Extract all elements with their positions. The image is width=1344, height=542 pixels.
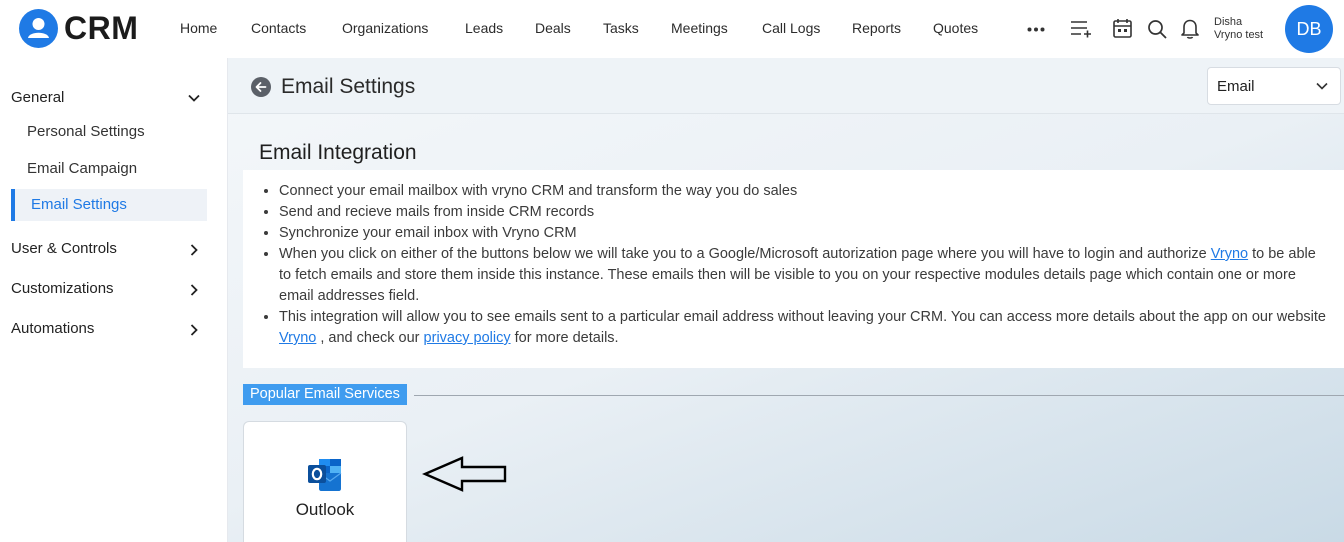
app-logo[interactable]: CRM — [19, 9, 138, 48]
more-icon[interactable] — [1027, 27, 1045, 32]
vryno-link[interactable]: Vryno — [1211, 246, 1248, 262]
bullet-text: When you click on either of the buttons … — [279, 246, 1211, 262]
main-content: Email Settings Email Email Integration C… — [228, 58, 1344, 542]
settings-sidebar: General Personal Settings Email Campaign… — [0, 58, 228, 542]
bullet-text: for more details. — [510, 330, 619, 346]
nav-meetings[interactable]: Meetings — [671, 20, 728, 36]
service-label: Outlook — [295, 500, 355, 519]
sidebar-section-user-controls[interactable]: User & Controls — [11, 240, 117, 257]
sidebar-item-label: Email Settings — [31, 196, 127, 213]
chevron-right-icon[interactable] — [187, 323, 201, 337]
section-title: Email Integration — [259, 141, 417, 164]
list-item: Connect your email mailbox with vryno CR… — [279, 181, 1329, 202]
list-item: Synchronize your email inbox with Vryno … — [279, 223, 1329, 244]
search-icon[interactable] — [1147, 19, 1167, 39]
avatar[interactable]: DB — [1285, 5, 1333, 53]
user-name: Disha Vryno test — [1214, 16, 1263, 42]
sidebar-item-personal-settings[interactable]: Personal Settings — [27, 123, 145, 140]
chevron-down-icon[interactable] — [187, 91, 201, 105]
nav-deals[interactable]: Deals — [535, 20, 571, 36]
logo-text: CRM — [64, 10, 139, 46]
list-item: This integration will allow you to see e… — [279, 307, 1329, 349]
sidebar-item-email-campaign[interactable]: Email Campaign — [27, 160, 137, 177]
calendar-icon[interactable] — [1113, 18, 1132, 38]
user-second-line: Vryno test — [1214, 29, 1264, 41]
chevron-right-icon[interactable] — [187, 243, 201, 257]
outlook-service-button[interactable]: Outlook — [243, 421, 407, 542]
list-item: When you click on either of the buttons … — [279, 244, 1329, 307]
nav-tasks[interactable]: Tasks — [603, 20, 639, 36]
sidebar-section-customizations[interactable]: Customizations — [11, 280, 114, 297]
chevron-right-icon[interactable] — [187, 283, 201, 297]
select-value: Email — [1217, 78, 1255, 95]
bell-icon[interactable] — [1181, 18, 1199, 39]
page-header: Email Settings Email — [228, 58, 1344, 114]
settings-type-select[interactable]: Email — [1207, 67, 1341, 105]
nav-organizations[interactable]: Organizations — [342, 20, 428, 36]
nav-contacts[interactable]: Contacts — [251, 20, 306, 36]
divider — [414, 395, 1344, 396]
back-arrow-icon[interactable] — [251, 77, 271, 97]
vryno-website-link[interactable]: Vryno — [279, 330, 316, 346]
list-item: Send and recieve mails from inside CRM r… — [279, 202, 1329, 223]
integration-info-card: Connect your email mailbox with vryno CR… — [243, 170, 1344, 368]
nav-quotes[interactable]: Quotes — [933, 20, 978, 36]
bullet-text: , and check our — [316, 330, 424, 346]
outlook-icon — [308, 459, 342, 491]
user-first-line: Disha — [1214, 16, 1243, 28]
add-list-icon[interactable] — [1070, 19, 1092, 39]
logo-user-icon — [19, 9, 58, 48]
bullet-text: This integration will allow you to see e… — [279, 309, 1326, 325]
nav-leads[interactable]: Leads — [465, 20, 503, 36]
privacy-policy-link[interactable]: privacy policy — [424, 330, 511, 346]
sidebar-section-general[interactable]: General — [11, 89, 64, 106]
integration-bullet-list: Connect your email mailbox with vryno CR… — [279, 181, 1329, 349]
pointer-arrow-icon — [422, 456, 507, 492]
nav-reports[interactable]: Reports — [852, 20, 901, 36]
sidebar-section-automations[interactable]: Automations — [11, 320, 94, 337]
page-title: Email Settings — [281, 75, 416, 98]
popular-services-label: Popular Email Services — [243, 384, 407, 405]
sidebar-item-email-settings[interactable]: Email Settings — [11, 189, 207, 221]
nav-home[interactable]: Home — [180, 20, 217, 36]
chevron-down-icon — [1316, 82, 1328, 90]
nav-call-logs[interactable]: Call Logs — [762, 20, 820, 36]
top-bar: CRM Home Contacts Organizations Leads De… — [0, 0, 1344, 58]
